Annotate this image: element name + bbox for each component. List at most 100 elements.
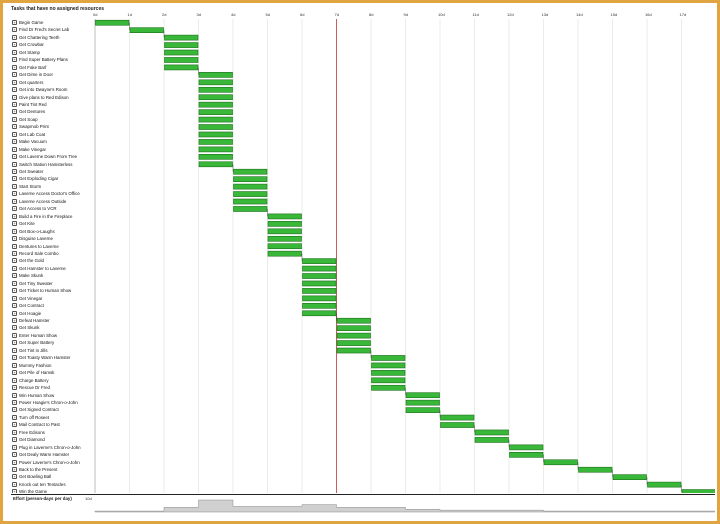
expand-icon[interactable]: + xyxy=(12,213,17,219)
expand-icon[interactable]: + xyxy=(12,154,17,160)
expand-icon[interactable]: + xyxy=(12,243,17,249)
expand-icon[interactable]: + xyxy=(12,131,17,137)
expand-icon[interactable]: + xyxy=(12,377,17,383)
expand-icon[interactable]: + xyxy=(12,258,17,264)
task-row[interactable]: + Paint Tint Red xyxy=(11,101,95,109)
task-row[interactable]: + Find Dr Fred's Secret Lab xyxy=(11,26,95,34)
task-row[interactable]: + Record Sale Combo xyxy=(11,250,95,258)
task-row[interactable]: + Get Sweater xyxy=(11,168,95,176)
task-row[interactable]: + Mummy Fashion xyxy=(11,362,95,370)
expand-icon[interactable]: + xyxy=(12,183,17,189)
task-row[interactable]: + Win the Game xyxy=(11,488,95,493)
task-row[interactable]: + Begin Game xyxy=(11,19,95,27)
expand-icon[interactable]: + xyxy=(12,64,17,70)
expand-icon[interactable]: + xyxy=(12,452,17,458)
task-row[interactable]: + Get Contract xyxy=(11,302,95,310)
task-row[interactable]: + Get Bowling Ball xyxy=(11,473,95,481)
expand-icon[interactable]: + xyxy=(12,161,17,167)
expand-icon[interactable]: + xyxy=(12,318,17,323)
task-row[interactable]: + Laverne Access Outside xyxy=(11,198,95,206)
task-row[interactable]: + Turn off Roseet xyxy=(11,414,95,422)
expand-icon[interactable]: + xyxy=(12,57,17,63)
task-row[interactable]: + Charge Battery xyxy=(11,377,95,385)
expand-icon[interactable]: + xyxy=(12,87,17,93)
expand-icon[interactable]: + xyxy=(12,429,17,435)
expand-icon[interactable]: + xyxy=(12,310,17,316)
expand-icon[interactable]: + xyxy=(12,280,17,286)
expand-icon[interactable]: + xyxy=(12,206,17,212)
expand-icon[interactable]: + xyxy=(12,295,17,301)
expand-icon[interactable]: + xyxy=(12,437,17,443)
task-row[interactable]: + Get Tiny Sweater xyxy=(11,280,95,288)
task-row[interactable]: + Disguise Laverne xyxy=(11,235,95,243)
task-row[interactable]: + Win Human Show xyxy=(11,392,95,400)
expand-icon[interactable]: + xyxy=(12,20,17,25)
task-row[interactable]: + Get Dentures xyxy=(11,108,95,116)
expand-icon[interactable]: + xyxy=(12,273,17,279)
expand-icon[interactable]: + xyxy=(12,94,17,100)
task-row[interactable]: + Get Toasty Warm Hamster xyxy=(11,354,95,362)
expand-icon[interactable]: + xyxy=(12,370,17,376)
task-row[interactable]: + Find Super Battery Plans xyxy=(11,56,95,64)
expand-icon[interactable]: + xyxy=(12,414,17,420)
task-row[interactable]: + Build a Fire in the Fireplace xyxy=(11,213,95,221)
task-row[interactable]: + Get the Gold xyxy=(11,257,95,265)
expand-icon[interactable]: + xyxy=(12,288,17,294)
expand-icon[interactable]: + xyxy=(12,191,17,197)
task-row[interactable]: + Get Kite xyxy=(11,220,95,228)
task-row[interactable]: + Get Laverne Down From Tree xyxy=(11,153,95,161)
expand-icon[interactable]: + xyxy=(12,236,17,242)
expand-icon[interactable]: + xyxy=(12,116,17,122)
expand-icon[interactable]: + xyxy=(12,221,17,227)
task-row[interactable]: + Make Vinegar xyxy=(11,146,95,154)
task-row[interactable]: + Start Storm xyxy=(11,183,95,191)
task-row[interactable]: + Get Box-o-Laughs xyxy=(11,228,95,236)
expand-icon[interactable]: + xyxy=(12,49,17,55)
task-row[interactable]: + Get Super Battery xyxy=(11,339,95,347)
expand-icon[interactable]: + xyxy=(12,325,17,331)
expand-icon[interactable]: + xyxy=(12,109,17,115)
expand-icon[interactable]: + xyxy=(12,467,17,472)
task-row[interactable]: + Get Access to VCR xyxy=(11,205,95,213)
task-row[interactable]: + Get Fake Barf xyxy=(11,64,95,72)
expand-icon[interactable]: + xyxy=(12,169,17,174)
expand-icon[interactable]: + xyxy=(12,392,17,398)
task-row[interactable]: + Knock out ten Tentacles xyxy=(11,481,95,489)
expand-icon[interactable]: + xyxy=(12,481,17,487)
expand-icon[interactable]: + xyxy=(12,347,17,353)
task-row[interactable]: + Get Hamster to Laverne xyxy=(11,265,95,273)
task-row[interactable]: + Enter Human Show xyxy=(11,332,95,340)
task-row[interactable]: + Get Ticket to Human Show xyxy=(11,287,95,295)
expand-icon[interactable]: + xyxy=(12,355,17,361)
expand-icon[interactable]: + xyxy=(12,399,17,405)
task-row[interactable]: + Get Skunk xyxy=(11,324,95,332)
expand-icon[interactable]: + xyxy=(12,362,17,368)
task-row[interactable]: + Back to the Present xyxy=(11,466,95,474)
expand-icon[interactable]: + xyxy=(12,332,17,338)
task-row[interactable]: + Free Edisons xyxy=(11,429,95,437)
expand-icon[interactable]: + xyxy=(12,250,17,256)
task-row[interactable]: + Power Laverne's Chron-o-John xyxy=(11,459,95,467)
task-row[interactable]: + Get Crowbar xyxy=(11,41,95,49)
expand-icon[interactable]: + xyxy=(12,474,17,480)
expand-icon[interactable]: + xyxy=(12,79,17,85)
expand-icon[interactable]: + xyxy=(12,72,17,78)
task-row[interactable]: + Get Diamond xyxy=(11,436,95,444)
expand-icon[interactable]: + xyxy=(12,198,17,204)
task-row[interactable]: + Get Vinegar xyxy=(11,295,95,303)
expand-icon[interactable]: + xyxy=(12,42,17,48)
expand-icon[interactable]: + xyxy=(12,340,17,346)
expand-icon[interactable]: + xyxy=(12,146,17,152)
expand-icon[interactable]: + xyxy=(12,422,17,428)
task-row[interactable]: + Get Chattering Teeth xyxy=(11,34,95,42)
expand-icon[interactable]: + xyxy=(12,139,17,145)
task-row[interactable]: + Give plans to Red Edison xyxy=(11,94,95,102)
task-row[interactable]: + Get quarters xyxy=(11,79,95,87)
task-row[interactable]: + Mail Contract to Past xyxy=(11,421,95,429)
task-row[interactable]: + Dentures to Laverne xyxy=(11,243,95,251)
expand-icon[interactable]: + xyxy=(12,459,17,465)
expand-icon[interactable]: + xyxy=(12,407,17,413)
expand-icon[interactable]: + xyxy=(12,101,17,107)
task-row[interactable]: + Swapmob Print xyxy=(11,123,95,131)
expand-icon[interactable]: + xyxy=(12,176,17,182)
